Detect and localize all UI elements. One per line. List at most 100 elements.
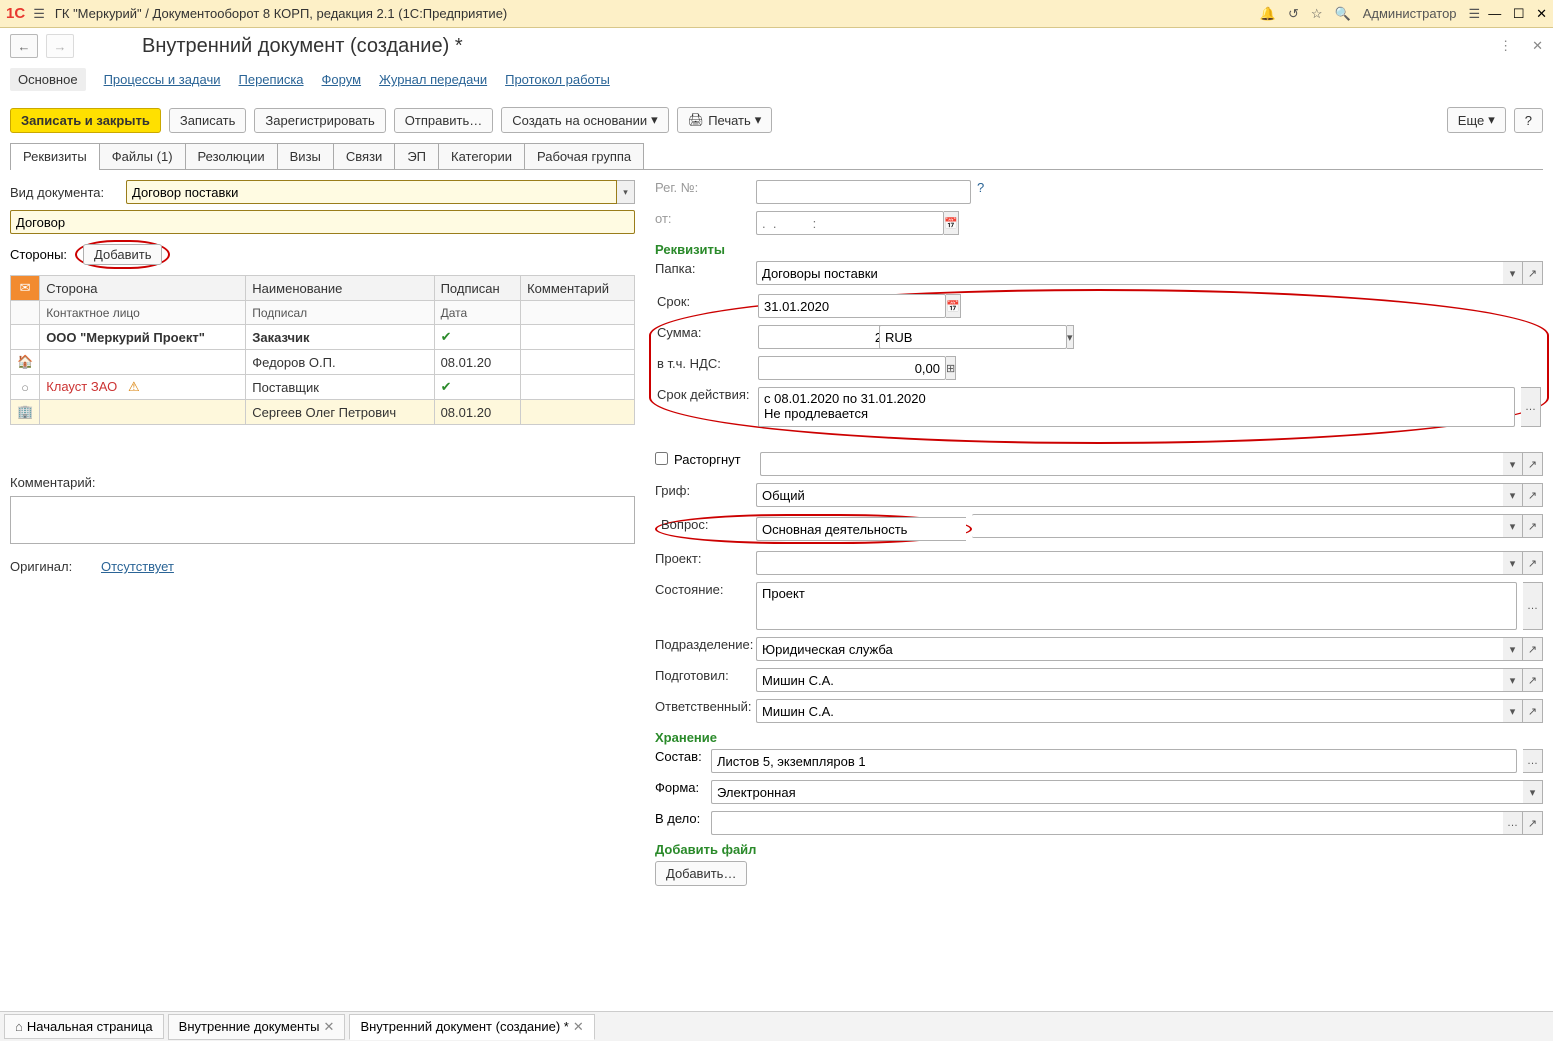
- taskbar-home[interactable]: ⌂ Начальная страница: [4, 1014, 164, 1039]
- create-based-button[interactable]: Создать на основании ▾: [501, 107, 668, 133]
- dropdown-icon[interactable]: ▾: [1503, 514, 1523, 538]
- kebab-icon[interactable]: ⋮: [1499, 38, 1512, 54]
- question-input-ext[interactable]: [972, 514, 1503, 538]
- dropdown-icon[interactable]: ▾: [1503, 668, 1523, 692]
- dropdown-icon[interactable]: ▾: [1503, 261, 1523, 285]
- open-icon[interactable]: ↗: [1523, 699, 1543, 723]
- open-icon[interactable]: ↗: [1523, 551, 1543, 575]
- tab-work-protocol[interactable]: Протокол работы: [505, 72, 610, 87]
- th-party[interactable]: Сторона: [40, 276, 246, 301]
- save-button[interactable]: Записать: [169, 108, 247, 133]
- page-close-icon[interactable]: ✕: [1532, 38, 1543, 54]
- dropdown-icon[interactable]: ▾: [1503, 637, 1523, 661]
- terminated-input[interactable]: [760, 452, 1503, 476]
- close-icon[interactable]: ✕: [1536, 6, 1547, 21]
- send-button[interactable]: Отправить…: [394, 108, 493, 133]
- tab-visas[interactable]: Визы: [277, 143, 334, 169]
- tab-processes[interactable]: Процессы и задачи: [104, 72, 221, 87]
- menu-icon[interactable]: ☰: [33, 6, 45, 22]
- star-icon[interactable]: ☆: [1311, 6, 1323, 22]
- th-name[interactable]: Наименование: [246, 276, 434, 301]
- dropdown-icon[interactable]: ▾: [1523, 780, 1543, 804]
- forward-button[interactable]: →: [46, 34, 74, 58]
- table-row-contact[interactable]: 🏠 Федоров О.П. 08.01.20: [11, 350, 635, 375]
- dropdown-icon[interactable]: ▾: [1503, 699, 1523, 723]
- table-row-contact[interactable]: 🏢 Сергеев Олег Петрович 08.01.20: [11, 400, 635, 425]
- tab-ep[interactable]: ЭП: [394, 143, 439, 169]
- tab-files[interactable]: Файлы (1): [99, 143, 186, 169]
- addfile-button[interactable]: Добавить…: [655, 861, 747, 886]
- doc-type-input[interactable]: [126, 180, 617, 204]
- tab-correspondence[interactable]: Переписка: [239, 72, 304, 87]
- minimize-icon[interactable]: —: [1488, 6, 1501, 21]
- tab-links[interactable]: Связи: [333, 143, 395, 169]
- ellipsis-icon[interactable]: …: [1523, 582, 1543, 630]
- register-button[interactable]: Зарегистрировать: [254, 108, 385, 133]
- ellipsis-icon[interactable]: …: [1523, 749, 1543, 773]
- tab-close-icon[interactable]: ✕: [573, 1019, 584, 1035]
- reg-no-input[interactable]: [756, 180, 971, 204]
- prepared-input[interactable]: [756, 668, 1503, 692]
- composition-input[interactable]: [711, 749, 1517, 773]
- dropdown-icon[interactable]: ▾: [1067, 325, 1074, 349]
- calendar-icon[interactable]: 📅: [944, 211, 959, 235]
- validity-text[interactable]: с 08.01.2020 по 31.01.2020 Не продлевает…: [758, 387, 1515, 427]
- maximize-icon[interactable]: ☐: [1513, 6, 1525, 21]
- table-row[interactable]: ○ Клауст ЗАО ⚠ Поставщик ✔: [11, 375, 635, 400]
- calendar-icon[interactable]: 📅: [946, 294, 961, 318]
- save-close-button[interactable]: Записать и закрыть: [10, 108, 161, 133]
- tab-transfer-log[interactable]: Журнал передачи: [379, 72, 487, 87]
- back-button[interactable]: ←: [10, 34, 38, 58]
- help-icon[interactable]: ?: [977, 180, 984, 195]
- in-case-input[interactable]: [711, 811, 1503, 835]
- table-row[interactable]: ООО "Меркурий Проект" Заказчик ✔: [11, 325, 635, 350]
- vat-input[interactable]: [758, 356, 946, 380]
- open-icon[interactable]: ↗: [1523, 452, 1543, 476]
- deadline-input[interactable]: [758, 294, 946, 318]
- doc-title-input[interactable]: [10, 210, 635, 234]
- dept-input[interactable]: [756, 637, 1503, 661]
- th-comment[interactable]: Комментарий: [521, 276, 635, 301]
- tab-resolutions[interactable]: Резолюции: [185, 143, 278, 169]
- terminated-checkbox[interactable]: [655, 452, 668, 465]
- tab-forum[interactable]: Форум: [322, 72, 362, 87]
- dropdown-icon[interactable]: ▾: [1503, 551, 1523, 575]
- print-button[interactable]: 🖨 Печать ▾: [677, 107, 773, 133]
- taskbar-tab[interactable]: Внутренний документ (создание) * ✕: [349, 1014, 594, 1040]
- comment-textarea[interactable]: [10, 496, 635, 544]
- folder-input[interactable]: [756, 261, 1503, 285]
- history-icon[interactable]: ↺: [1288, 6, 1299, 22]
- open-icon[interactable]: ↗: [1523, 483, 1543, 507]
- dropdown-icon[interactable]: ▾: [1503, 483, 1523, 507]
- open-icon[interactable]: ↗: [1523, 668, 1543, 692]
- form-input[interactable]: [711, 780, 1523, 804]
- taskbar-tab[interactable]: Внутренние документы ✕: [168, 1014, 346, 1040]
- responsible-input[interactable]: [756, 699, 1503, 723]
- open-icon[interactable]: ↗: [1523, 811, 1543, 835]
- question-input[interactable]: [756, 517, 966, 541]
- open-icon[interactable]: ↗: [1523, 261, 1543, 285]
- more-button[interactable]: Еще ▾: [1447, 107, 1506, 133]
- bell-icon[interactable]: 🔔: [1260, 6, 1276, 22]
- tab-workgroup[interactable]: Рабочая группа: [524, 143, 644, 169]
- from-date-input[interactable]: [756, 211, 944, 235]
- dropdown-icon[interactable]: ▾: [617, 180, 635, 204]
- search-icon[interactable]: 🔍: [1335, 6, 1351, 22]
- open-icon[interactable]: ↗: [1523, 637, 1543, 661]
- help-button[interactable]: ?: [1514, 108, 1543, 133]
- tab-close-icon[interactable]: ✕: [324, 1019, 335, 1035]
- grif-input[interactable]: [756, 483, 1503, 507]
- dropdown-icon[interactable]: ▾: [1503, 452, 1523, 476]
- tab-main[interactable]: Основное: [10, 68, 86, 91]
- calc-icon[interactable]: ⊞: [946, 356, 956, 380]
- state-text[interactable]: Проект: [756, 582, 1517, 630]
- th-signed[interactable]: Подписан: [434, 276, 521, 301]
- tab-categories[interactable]: Категории: [438, 143, 525, 169]
- currency-input[interactable]: [879, 325, 1067, 349]
- add-party-button[interactable]: Добавить: [83, 244, 162, 265]
- original-link[interactable]: Отсутствует: [101, 559, 174, 574]
- project-input[interactable]: [756, 551, 1503, 575]
- tab-details[interactable]: Реквизиты: [10, 143, 100, 169]
- ellipsis-icon[interactable]: …: [1521, 387, 1541, 427]
- open-icon[interactable]: ↗: [1523, 514, 1543, 538]
